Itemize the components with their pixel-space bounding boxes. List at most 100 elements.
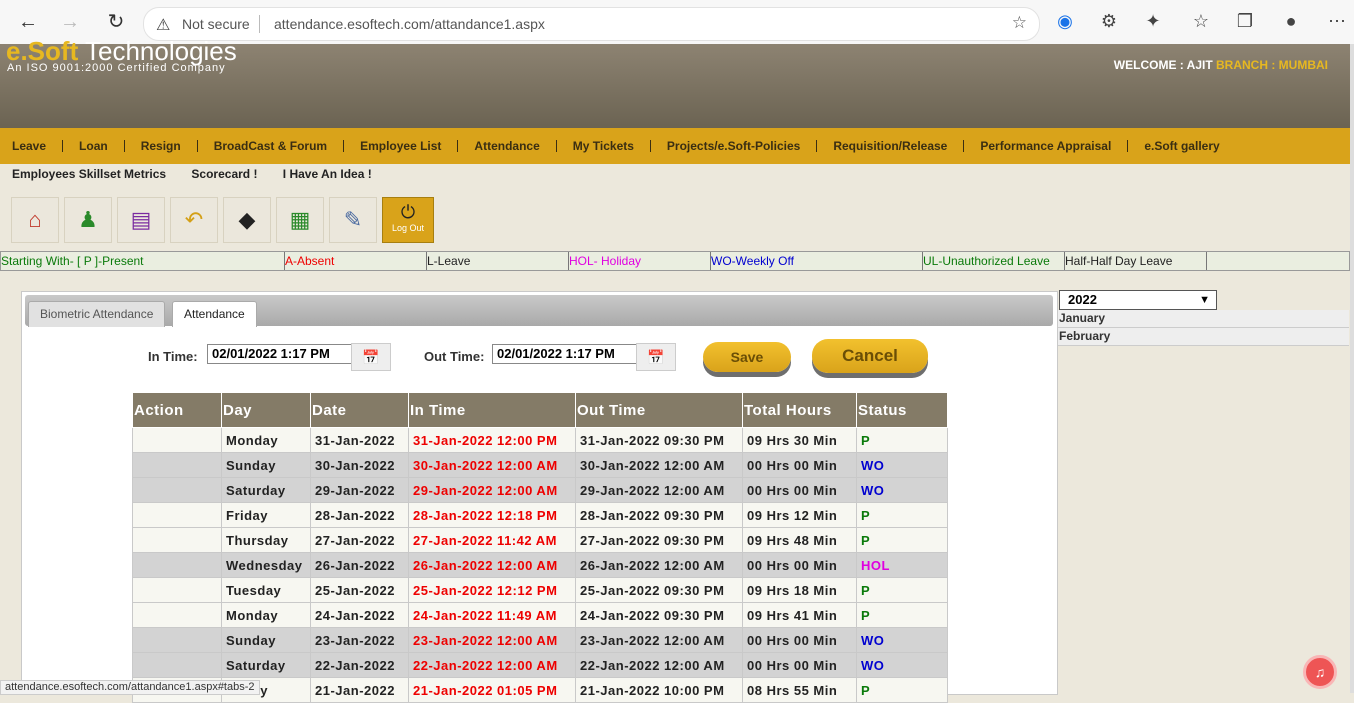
users-icon[interactable]: ♟ xyxy=(64,197,112,243)
menu-item-resign[interactable]: Resign xyxy=(141,139,181,153)
menu-item-leave[interactable]: Leave xyxy=(12,139,46,153)
site-header: e.Soft Technologies An ISO 9001:2000 Cer… xyxy=(0,36,1350,128)
collections-icon[interactable]: ❐ xyxy=(1234,11,1256,32)
table-header-row: Action Day Date In Time Out Time Total H… xyxy=(132,392,948,428)
row-action-cell[interactable] xyxy=(132,427,222,453)
in-time-calendar-icon[interactable]: 📅 xyxy=(351,343,391,371)
out-time-calendar-icon[interactable]: 📅 xyxy=(636,343,676,371)
company-tagline: An ISO 9001:2000 Certified Company xyxy=(7,62,226,74)
profile-icon[interactable]: ● xyxy=(1280,11,1302,32)
table-row: Sunday 23-Jan-2022 23-Jan-2022 12:00 AM 23-… xyxy=(132,627,948,653)
cell-day: Wednesday xyxy=(221,552,311,578)
address-bar[interactable]: ⚠ Not secure attendance.esoftech.com/att… xyxy=(143,7,1040,41)
cell-in: 21-Jan-2022 01:05 PM xyxy=(408,677,576,703)
reports-icon[interactable]: ▤ xyxy=(117,197,165,243)
logout-button[interactable]: ⏻ Log Out xyxy=(382,197,434,243)
cell-out: 27-Jan-2022 09:30 PM xyxy=(575,527,743,553)
month-item-february[interactable]: February xyxy=(1058,328,1349,346)
favorites-icon[interactable]: ☆ xyxy=(1190,11,1212,32)
status-legend: Starting With- [ P ]-Present A-Absent L-… xyxy=(0,251,1350,271)
row-action-cell[interactable] xyxy=(132,602,222,628)
row-action-cell[interactable] xyxy=(132,502,222,528)
submenu-skillset[interactable]: Employees Skillset Metrics xyxy=(12,167,166,181)
menu-item-gallery[interactable]: e.Soft gallery xyxy=(1144,139,1219,153)
tab-bar: Biometric Attendance Attendance xyxy=(25,295,1053,327)
cell-date: 28-Jan-2022 xyxy=(310,502,409,528)
tab-attendance[interactable]: Attendance xyxy=(172,301,257,327)
row-action-cell[interactable] xyxy=(132,652,222,678)
warning-sign-icon[interactable]: ◆ xyxy=(223,197,271,243)
month-item-january[interactable]: January xyxy=(1058,310,1349,328)
row-action-cell[interactable] xyxy=(132,527,222,553)
forward-icon[interactable]: → xyxy=(58,10,82,34)
submenu-idea[interactable]: I Have An Idea ! xyxy=(283,167,372,181)
menu-item-my-tickets[interactable]: My Tickets xyxy=(573,139,634,153)
in-time-input[interactable]: 02/01/2022 1:17 PM xyxy=(207,344,357,364)
extension-icon[interactable]: ⚙ xyxy=(1098,11,1120,32)
menu-item-projects[interactable]: Projects/e.Soft-Policies xyxy=(667,139,800,153)
menu-item-requisition[interactable]: Requisition/Release xyxy=(833,139,947,153)
cancel-button[interactable]: Cancel xyxy=(812,339,928,373)
cell-date: 31-Jan-2022 xyxy=(310,427,409,453)
menu-item-broadcast[interactable]: BroadCast & Forum xyxy=(214,139,327,153)
row-action-cell[interactable] xyxy=(132,552,222,578)
in-time-label: In Time: xyxy=(148,349,198,364)
puzzle-icon[interactable]: ✦ xyxy=(1142,11,1164,32)
cell-hours: 09 Hrs 41 Min xyxy=(742,602,857,628)
cell-status: WO xyxy=(856,652,948,678)
cell-in: 22-Jan-2022 12:00 AM xyxy=(408,652,576,678)
cell-day: Friday xyxy=(221,502,311,528)
cell-in: 30-Jan-2022 12:00 AM xyxy=(408,452,576,478)
notification-icon[interactable]: ♫ xyxy=(1303,655,1337,689)
year-select[interactable]: 2022 ▼ xyxy=(1059,290,1217,310)
col-action: Action xyxy=(132,392,222,428)
cell-day: Tuesday xyxy=(221,577,311,603)
out-time-input[interactable]: 02/01/2022 1:17 PM xyxy=(492,344,642,364)
quick-toolbar: ⌂ ♟ ▤ ↶ ◆ ▦ ✎ ⏻ Log Out xyxy=(11,197,434,243)
menu-item-appraisal[interactable]: Performance Appraisal xyxy=(980,139,1111,153)
favorite-add-icon[interactable]: ☆ xyxy=(1012,13,1027,33)
cell-out: 31-Jan-2022 09:30 PM xyxy=(575,427,743,453)
cell-day: Monday xyxy=(221,427,311,453)
reload-icon[interactable]: ↻ xyxy=(104,10,128,34)
cell-status: P xyxy=(856,602,948,628)
chevron-down-icon: ▼ xyxy=(1199,294,1210,306)
legend-absent: A-Absent xyxy=(285,252,427,270)
security-label: Not secure xyxy=(182,16,250,32)
cell-in: 23-Jan-2022 12:00 AM xyxy=(408,627,576,653)
cell-out: 29-Jan-2022 12:00 AM xyxy=(575,477,743,503)
home-icon[interactable]: ⌂ xyxy=(11,197,59,243)
more-icon[interactable]: ⋯ xyxy=(1326,11,1348,32)
main-menu: Leave Loan Resign BroadCast & Forum Empl… xyxy=(0,128,1350,164)
menu-item-loan[interactable]: Loan xyxy=(79,139,108,153)
table-row: Monday 24-Jan-2022 24-Jan-2022 11:49 AM 24-… xyxy=(132,602,948,628)
cell-hours: 00 Hrs 00 Min xyxy=(742,652,857,678)
table-row: Saturday 22-Jan-2022 22-Jan-2022 12:00 AM 2… xyxy=(132,652,948,678)
calendar-grid-icon[interactable]: ▦ xyxy=(276,197,324,243)
back-icon[interactable]: ← xyxy=(16,10,40,34)
save-button[interactable]: Save xyxy=(703,342,791,372)
sub-menu: Employees Skillset Metrics Scorecard ! I… xyxy=(12,167,394,181)
cell-status: P xyxy=(856,527,948,553)
cell-hours: 09 Hrs 30 Min xyxy=(742,427,857,453)
tab-biometric-attendance[interactable]: Biometric Attendance xyxy=(28,301,166,327)
row-action-cell[interactable] xyxy=(132,452,222,478)
cell-day: Monday xyxy=(221,602,311,628)
submenu-scorecard[interactable]: Scorecard ! xyxy=(191,167,257,181)
row-action-cell[interactable] xyxy=(132,477,222,503)
page-scrollbar[interactable] xyxy=(1350,44,1354,693)
row-action-cell[interactable] xyxy=(132,627,222,653)
url-text[interactable]: attendance.esoftech.com/attandance1.aspx xyxy=(274,16,545,32)
shield-icon[interactable]: ◉ xyxy=(1054,11,1076,32)
table-row: Saturday 29-Jan-2022 29-Jan-2022 12:00 AM 2… xyxy=(132,477,948,503)
row-action-cell[interactable] xyxy=(132,577,222,603)
cell-status: WO xyxy=(856,477,948,503)
col-out-time: Out Time xyxy=(575,392,743,428)
col-total-hours: Total Hours xyxy=(742,392,857,428)
undo-icon[interactable]: ↶ xyxy=(170,197,218,243)
menu-item-attendance[interactable]: Attendance xyxy=(474,139,539,153)
menu-item-employee-list[interactable]: Employee List xyxy=(360,139,441,153)
legend-half-day: Half-Half Day Leave xyxy=(1065,252,1207,270)
edit-form-icon[interactable]: ✎ xyxy=(329,197,377,243)
cell-in: 27-Jan-2022 11:42 AM xyxy=(408,527,576,553)
